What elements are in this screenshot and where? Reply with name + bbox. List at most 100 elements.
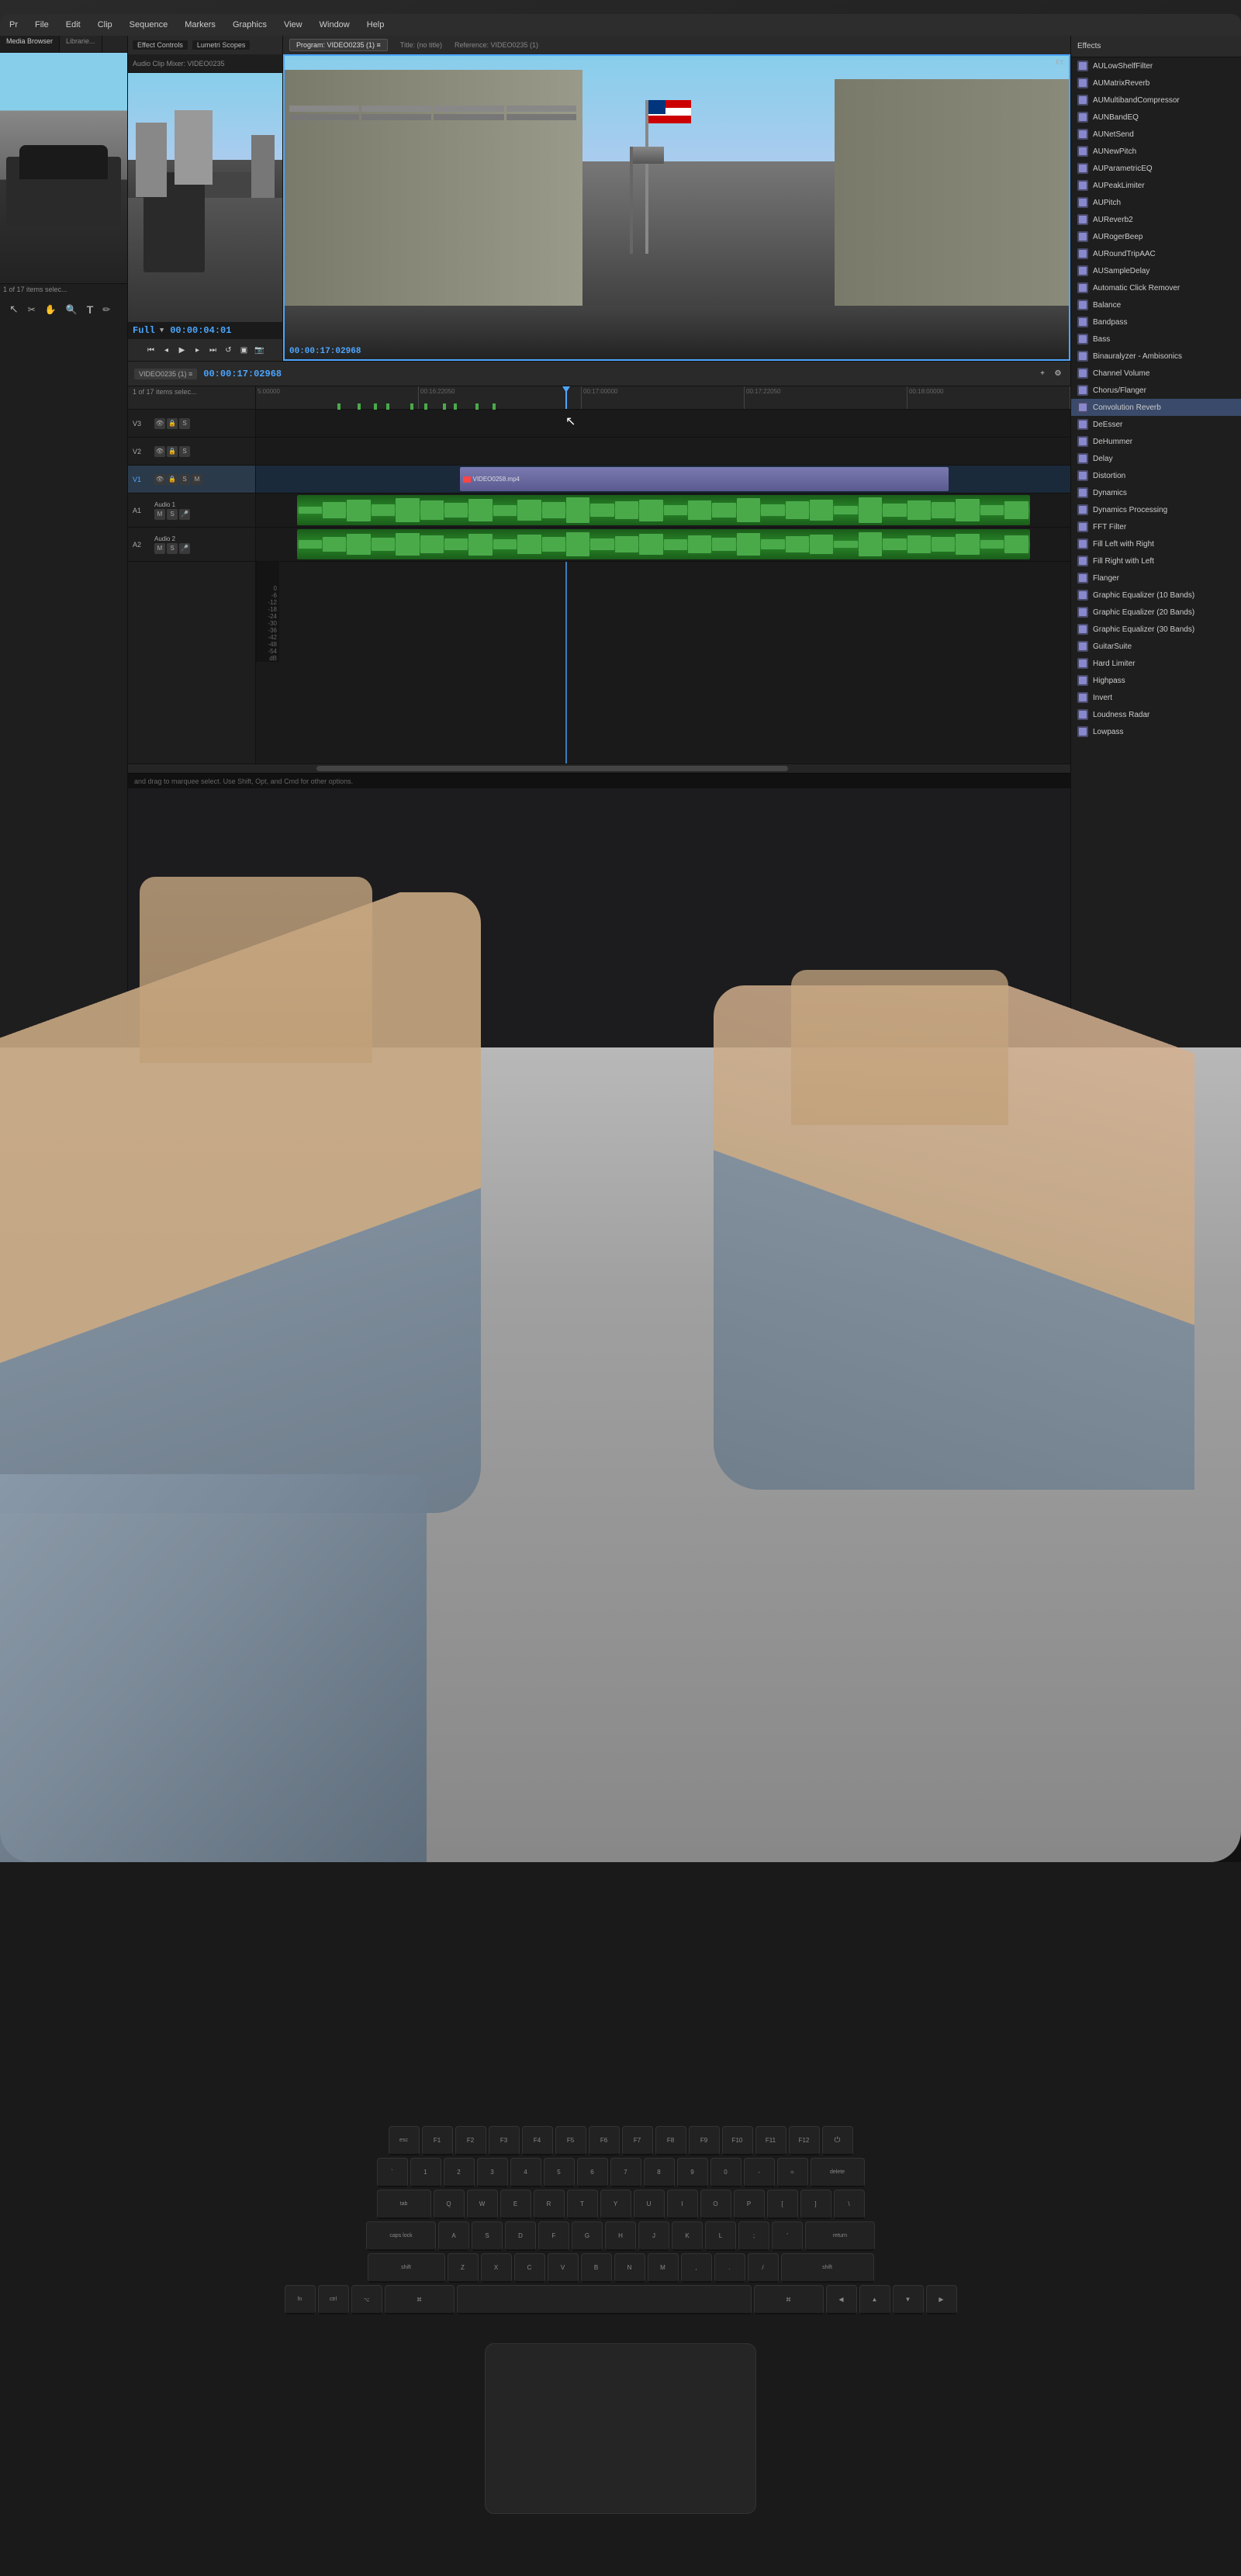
effect-item-dehummer[interactable]: DeHummer	[1071, 433, 1241, 450]
effect-item-aureverb2[interactable]: AUReverb2	[1071, 211, 1241, 228]
tool-text[interactable]: T	[84, 301, 97, 317]
effect-item-aurogerbeep[interactable]: AURogerBeep	[1071, 228, 1241, 245]
menu-item-sequence[interactable]: Sequence	[126, 19, 171, 31]
track-v1-content[interactable]: VIDEO0258.mp4	[256, 466, 1070, 493]
key-a[interactable]: A	[438, 2221, 469, 2251]
key-f6[interactable]: F6	[589, 2126, 620, 2155]
tool-razor[interactable]: ✂	[25, 301, 39, 317]
key-k[interactable]: K	[672, 2221, 703, 2251]
effect-item-convolution-reverb[interactable]: Convolution Reverb	[1071, 399, 1241, 416]
effect-item-aumatrixreverb[interactable]: AUMatrixReverb	[1071, 74, 1241, 92]
menu-item-edit[interactable]: Edit	[63, 19, 84, 31]
key-return[interactable]: return	[805, 2221, 875, 2251]
key-delete[interactable]: delete	[811, 2158, 865, 2187]
key-cmd-left[interactable]: ⌘	[385, 2285, 455, 2315]
effect-item-channel-volume[interactable]: Channel Volume	[1071, 365, 1241, 382]
track-a2-content[interactable]	[256, 528, 1070, 562]
key-f10[interactable]: F10	[722, 2126, 753, 2155]
key-f2[interactable]: F2	[455, 2126, 486, 2155]
track-a1-mic[interactable]: 🎤	[179, 509, 190, 520]
key-f8[interactable]: F8	[655, 2126, 686, 2155]
effect-item-aunetsend[interactable]: AUNetSend	[1071, 126, 1241, 143]
track-v3-lock[interactable]: 🔒	[167, 418, 178, 429]
effect-item-graphic-eq-30[interactable]: Graphic Equalizer (30 Bands)	[1071, 621, 1241, 638]
btn-step-fwd[interactable]: ▸	[192, 344, 204, 356]
key-spacebar[interactable]	[457, 2285, 752, 2315]
key-y[interactable]: Y	[600, 2190, 631, 2219]
effect-item-aumultibandcompressor[interactable]: AUMultibandCompressor	[1071, 92, 1241, 109]
key-arrow-left[interactable]: ◀	[826, 2285, 857, 2315]
btn-export-frame[interactable]: 📷	[254, 344, 266, 356]
key-backtick[interactable]: `	[377, 2158, 408, 2187]
key-bracket-open[interactable]: [	[767, 2190, 798, 2219]
track-v2-lock[interactable]: 🔒	[167, 446, 178, 457]
effect-item-lowpass[interactable]: Lowpass	[1071, 723, 1241, 740]
timeline-tab-label[interactable]: VIDEO0235 (1) ≡	[134, 369, 197, 379]
effect-item-aunbandeq[interactable]: AUNBandEQ	[1071, 109, 1241, 126]
effect-item-invert[interactable]: Invert	[1071, 689, 1241, 706]
effect-item-auparametriceq[interactable]: AUParametricEQ	[1071, 160, 1241, 177]
track-v3-eye[interactable]: 👁	[154, 418, 165, 429]
key-arrow-up[interactable]: ▲	[859, 2285, 890, 2315]
key-5[interactable]: 5	[544, 2158, 575, 2187]
key-v[interactable]: V	[548, 2253, 579, 2283]
key-shift-right[interactable]: shift	[781, 2253, 874, 2283]
key-j[interactable]: J	[638, 2221, 669, 2251]
key-e[interactable]: E	[500, 2190, 531, 2219]
key-4[interactable]: 4	[510, 2158, 541, 2187]
key-f3[interactable]: F3	[489, 2126, 520, 2155]
key-slash[interactable]: /	[748, 2253, 779, 2283]
effect-item-dynamics-processing[interactable]: Dynamics Processing	[1071, 501, 1241, 518]
key-bracket-close[interactable]: ]	[800, 2190, 831, 2219]
key-power[interactable]: ⏻	[822, 2126, 853, 2155]
tool-zoom[interactable]: 🔍	[63, 301, 81, 317]
key-n[interactable]: N	[614, 2253, 645, 2283]
key-h[interactable]: H	[605, 2221, 636, 2251]
key-option[interactable]: ⌥	[351, 2285, 382, 2315]
track-v1-m[interactable]: M	[192, 474, 202, 485]
effect-item-delay[interactable]: Delay	[1071, 450, 1241, 467]
effect-item-aunewpitch[interactable]: AUNewPitch	[1071, 143, 1241, 160]
effect-item-dynamics[interactable]: Dynamics	[1071, 484, 1241, 501]
effect-item-automatic-click-remover[interactable]: Automatic Click Remover	[1071, 279, 1241, 296]
effect-item-loudness-radar[interactable]: Loudness Radar	[1071, 706, 1241, 723]
lumetri-tab[interactable]: Lumetri Scopes	[192, 40, 251, 50]
video-clip-v1[interactable]: VIDEO0258.mp4	[460, 467, 949, 491]
effect-item-aupeaklimiter[interactable]: AUPeakLimiter	[1071, 177, 1241, 194]
btn-to-start[interactable]: ⏮	[145, 344, 157, 356]
audio-clip-mixer-tab[interactable]: Audio Clip Mixer: VIDEO0235	[133, 60, 225, 68]
key-minus[interactable]: -	[744, 2158, 775, 2187]
effect-item-deesser[interactable]: DeEsser	[1071, 416, 1241, 433]
tab-media-browser[interactable]: Media Browser	[0, 36, 60, 52]
effect-item-aupitch[interactable]: AUPitch	[1071, 194, 1241, 211]
menu-item-help[interactable]: Help	[364, 19, 388, 31]
track-v2-eye[interactable]: 👁	[154, 446, 165, 457]
key-f4[interactable]: F4	[522, 2126, 553, 2155]
key-0[interactable]: 0	[710, 2158, 741, 2187]
key-g[interactable]: G	[572, 2221, 603, 2251]
effect-item-fft-filter[interactable]: FFT Filter	[1071, 518, 1241, 535]
tab-libraries[interactable]: Librarie...	[60, 36, 102, 52]
track-v1-eye[interactable]: 👁	[154, 474, 165, 485]
key-comma[interactable]: ,	[681, 2253, 712, 2283]
effect-item-highpass[interactable]: Highpass	[1071, 672, 1241, 689]
menu-item-pr[interactable]: Pr	[6, 19, 21, 31]
effect-item-chorus-flanger[interactable]: Chorus/Flanger	[1071, 382, 1241, 399]
effect-item-distortion[interactable]: Distortion	[1071, 467, 1241, 484]
key-q[interactable]: Q	[434, 2190, 465, 2219]
key-f1[interactable]: F1	[422, 2126, 453, 2155]
key-u[interactable]: U	[634, 2190, 665, 2219]
key-1[interactable]: 1	[410, 2158, 441, 2187]
key-f12[interactable]: F12	[789, 2126, 820, 2155]
track-a1-mute[interactable]: M	[154, 509, 165, 520]
btn-safe-margins[interactable]: ▣	[238, 344, 251, 356]
key-z[interactable]: Z	[448, 2253, 479, 2283]
timeline-scroll-bar[interactable]	[128, 763, 1070, 773]
key-i[interactable]: I	[667, 2190, 698, 2219]
effect-item-ausampledelay[interactable]: AUSampleDelay	[1071, 262, 1241, 279]
key-arrow-down[interactable]: ▼	[893, 2285, 924, 2315]
timeline-ruler[interactable]: 5:00000 00:16:22050 00:17:00000 00:17:22…	[256, 386, 1070, 410]
key-f9[interactable]: F9	[689, 2126, 720, 2155]
effect-item-aulowshelffilter[interactable]: AULowShelfFilter	[1071, 57, 1241, 74]
track-a2-solo[interactable]: S	[167, 543, 178, 554]
